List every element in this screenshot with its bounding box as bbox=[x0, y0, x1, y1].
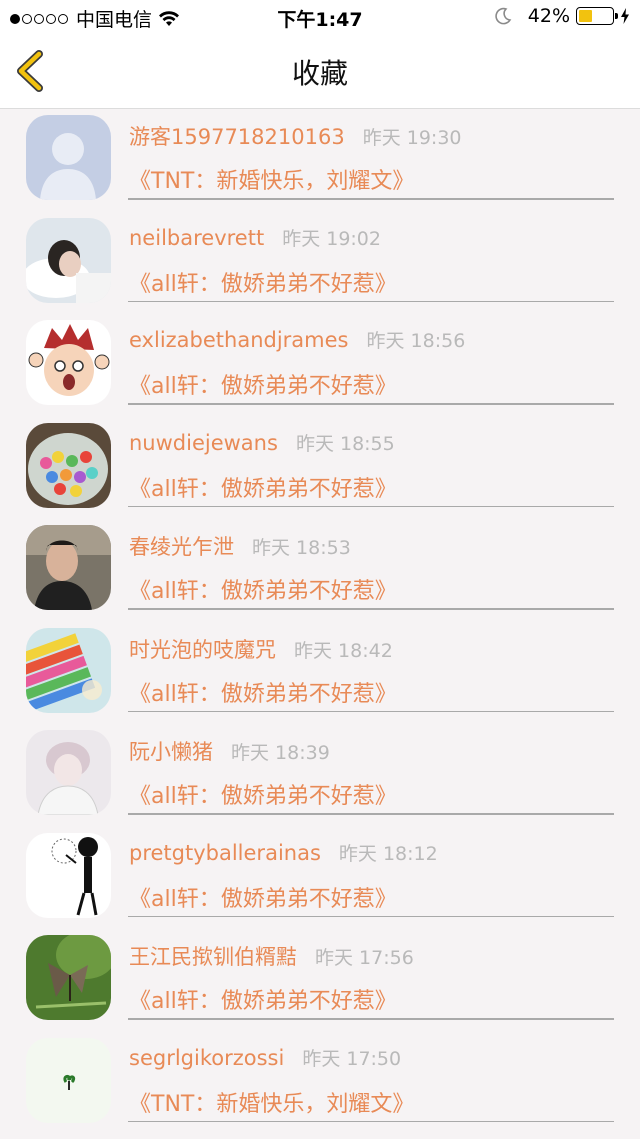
row-time: 昨天 18:42 bbox=[294, 639, 393, 662]
user-name: 时光泡的吱魔咒 bbox=[129, 637, 276, 662]
battery-icon bbox=[576, 7, 618, 25]
row-time: 昨天 18:12 bbox=[338, 842, 438, 865]
user-name: 王江民揿钏伯糈黠 bbox=[129, 945, 297, 969]
user-name: neilbarevrett bbox=[129, 225, 265, 250]
story-title[interactable]: 《all轩：傲娇弟弟不好惹》 bbox=[129, 471, 397, 503]
list-item[interactable]: nuwdiejewans 昨天 18:55 《all轩：傲娇弟弟不好惹》 bbox=[0, 417, 640, 520]
list-item[interactable]: 时光泡的吱魔咒 昨天 18:42 《all轩：傲娇弟弟不好惹》 bbox=[0, 622, 640, 725]
row-time: 昨天 17:50 bbox=[302, 1047, 402, 1070]
story-title[interactable]: 《all轩：傲娇弟弟不好惹》 bbox=[129, 778, 397, 810]
user-name: 游客1597718210163 bbox=[129, 125, 345, 149]
row-user: neilbarevrett 昨天 19:02 bbox=[129, 224, 381, 251]
user-name: pretgtyballerainas bbox=[129, 840, 321, 865]
list-item[interactable]: neilbarevrett 昨天 19:02 《all轩：傲娇弟弟不好惹》 bbox=[0, 212, 640, 315]
page-title: 收藏 bbox=[291, 57, 348, 90]
row-divider bbox=[128, 710, 614, 712]
story-title[interactable]: 《all轩：傲娇弟弟不好惹》 bbox=[129, 573, 397, 605]
favorites-list: 游客1597718210163 昨天 19:30 《TNT：新婚快乐，刘耀文》 n… bbox=[0, 109, 640, 1134]
moon-icon bbox=[495, 7, 512, 25]
row-divider bbox=[128, 813, 614, 815]
story-title[interactable]: 《all轩：傲娇弟弟不好惹》 bbox=[129, 676, 397, 708]
list-item[interactable]: pretgtyballerainas 昨天 18:12 《all轩：傲娇弟弟不好惹… bbox=[0, 827, 640, 930]
status-bar: 中国电信 下午1:47 42% bbox=[0, 0, 640, 34]
avatar[interactable] bbox=[26, 935, 111, 1020]
row-user: segrlgikorzossi 昨天 17:50 bbox=[129, 1044, 401, 1071]
avatar[interactable] bbox=[26, 115, 111, 200]
row-time: 昨天 19:02 bbox=[282, 227, 381, 250]
status-right: 42% bbox=[494, 5, 630, 27]
row-user: 阮小懒猪 昨天 18:39 bbox=[129, 736, 330, 766]
avatar[interactable] bbox=[26, 422, 111, 508]
battery-level-fill bbox=[579, 10, 592, 22]
list-item[interactable]: 阮小懒猪 昨天 18:39 《all轩：傲娇弟弟不好惹》 bbox=[0, 724, 640, 827]
avatar[interactable] bbox=[26, 730, 111, 815]
avatar[interactable] bbox=[26, 1037, 111, 1123]
user-name: 春绫光乍泄 bbox=[129, 535, 234, 559]
row-time: 昨天 18:53 bbox=[252, 537, 351, 559]
story-title[interactable]: 《TNT：新婚快乐，刘耀文》 bbox=[129, 1086, 414, 1118]
row-user: 春绫光乍泄 昨天 18:53 bbox=[129, 531, 351, 561]
row-user: nuwdiejewans 昨天 18:55 bbox=[129, 429, 395, 456]
list-item[interactable]: 游客1597718210163 昨天 19:30 《TNT：新婚快乐，刘耀文》 bbox=[0, 109, 640, 212]
avatar[interactable] bbox=[26, 217, 111, 303]
bolt-icon bbox=[621, 8, 629, 24]
battery-percent: 42% bbox=[527, 5, 570, 27]
row-time: 昨天 18:39 bbox=[231, 742, 330, 764]
row-divider bbox=[128, 300, 614, 302]
row-user: exlizabethandjrames 昨天 18:56 bbox=[129, 326, 465, 353]
story-title[interactable]: 《all轩：傲娇弟弟不好惹》 bbox=[129, 266, 397, 298]
row-divider bbox=[128, 915, 614, 917]
user-name: exlizabethandjrames bbox=[129, 328, 349, 352]
row-time: 昨天 18:56 bbox=[366, 330, 466, 352]
list-item[interactable]: 春绫光乍泄 昨天 18:53 《all轩：傲娇弟弟不好惹》 bbox=[0, 519, 640, 622]
story-title[interactable]: 《TNT：新婚快乐，刘耀文》 bbox=[129, 163, 414, 195]
avatar[interactable] bbox=[26, 320, 111, 405]
row-time: 昨天 18:55 bbox=[295, 432, 395, 455]
story-title[interactable]: 《all轩：傲娇弟弟不好惹》 bbox=[129, 983, 397, 1015]
row-user: pretgtyballerainas 昨天 18:12 bbox=[129, 839, 438, 866]
row-time: 昨天 17:56 bbox=[315, 947, 414, 969]
row-divider bbox=[128, 608, 614, 610]
user-name: nuwdiejewans bbox=[129, 430, 278, 455]
row-time: 昨天 19:30 bbox=[362, 127, 462, 149]
row-divider bbox=[128, 198, 614, 200]
avatar[interactable] bbox=[26, 832, 111, 918]
avatar[interactable] bbox=[26, 525, 111, 610]
list-item[interactable]: 王江民揿钏伯糈黠 昨天 17:56 《all轩：傲娇弟弟不好惹》 bbox=[0, 929, 640, 1032]
row-divider bbox=[128, 403, 614, 405]
row-user: 王江民揿钏伯糈黠 昨天 17:56 bbox=[129, 941, 414, 971]
row-divider bbox=[128, 505, 614, 507]
story-title[interactable]: 《all轩：傲娇弟弟不好惹》 bbox=[129, 881, 397, 913]
list-item[interactable]: exlizabethandjrames 昨天 18:56 《all轩：傲娇弟弟不好… bbox=[0, 314, 640, 417]
story-title[interactable]: 《all轩：傲娇弟弟不好惹》 bbox=[129, 368, 397, 400]
nav-bar: 收藏 bbox=[0, 34, 640, 109]
user-name: 阮小懒猪 bbox=[129, 740, 213, 764]
row-user: 游客1597718210163 昨天 19:30 bbox=[129, 121, 462, 151]
list-item[interactable]: segrlgikorzossi 昨天 17:50 《TNT：新婚快乐，刘耀文》 bbox=[0, 1032, 640, 1135]
row-divider bbox=[128, 1120, 614, 1122]
row-divider bbox=[128, 1018, 614, 1020]
avatar[interactable] bbox=[26, 627, 111, 713]
battery-tip bbox=[615, 13, 618, 19]
user-name: segrlgikorzossi bbox=[129, 1045, 285, 1070]
row-user: 时光泡的吱魔咒 昨天 18:42 bbox=[129, 634, 393, 664]
